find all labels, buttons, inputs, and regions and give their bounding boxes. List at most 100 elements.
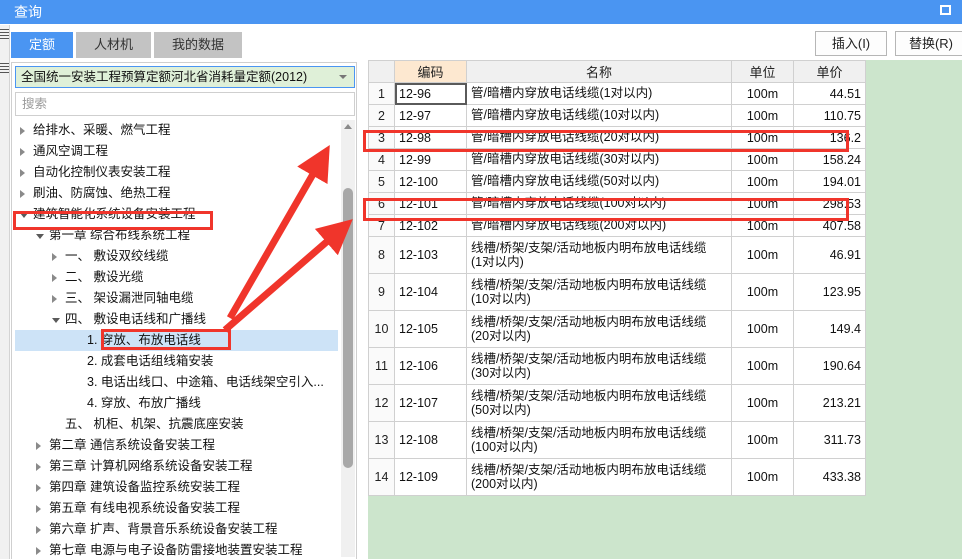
column-header-code[interactable]: 编码 — [394, 60, 467, 83]
search-input[interactable]: 搜索 — [15, 92, 355, 116]
tree-item-12[interactable]: 3. 电话出线口、中途箱、电话线架空引入... — [15, 372, 338, 393]
chevron-right-icon[interactable] — [36, 484, 41, 492]
chevron-right-icon[interactable] — [52, 295, 57, 303]
cell-code[interactable]: 12-109 — [394, 458, 467, 496]
cell-row-number[interactable]: 3 — [368, 126, 395, 149]
cell-name[interactable]: 线槽/桥架/支架/活动地板内明布放电话线缆 (30对以内) — [466, 347, 732, 385]
chevron-right-icon[interactable] — [36, 442, 41, 450]
cell-unit[interactable]: 100m — [731, 236, 794, 274]
table-row[interactable]: 14 12-109 线槽/桥架/支架/活动地板内明布放电话线缆 (200对以内) 100… — [368, 458, 866, 496]
cell-code[interactable]: 12-103 — [394, 236, 467, 274]
column-header-unit[interactable]: 单位 — [731, 60, 794, 83]
cell-price[interactable]: 123.95 — [793, 273, 866, 311]
chevron-right-icon[interactable] — [52, 274, 57, 282]
chevron-right-icon[interactable] — [36, 526, 41, 534]
cell-row-number[interactable]: 2 — [368, 104, 395, 127]
cell-price[interactable]: 158.24 — [793, 148, 866, 171]
cell-row-number[interactable]: 1 — [368, 82, 395, 105]
chevron-right-icon[interactable] — [52, 253, 57, 261]
tree-item-1[interactable]: 通风空调工程 — [15, 141, 338, 162]
cell-code[interactable]: 12-98 — [394, 126, 467, 149]
chevron-down-icon[interactable] — [36, 234, 44, 239]
cell-unit[interactable]: 100m — [731, 458, 794, 496]
cell-row-number[interactable]: 11 — [368, 347, 395, 385]
cell-price[interactable]: 433.38 — [793, 458, 866, 496]
tree-item-6[interactable]: 一、 敷设双绞线缆 — [15, 246, 338, 267]
cell-row-number[interactable]: 4 — [368, 148, 395, 171]
cell-code[interactable]: 12-100 — [394, 170, 467, 193]
table-row[interactable]: 2 12-97 管/暗槽内穿放电话线缆(10对以内) 100m 110.75 — [368, 104, 866, 127]
table-row[interactable]: 13 12-108 线槽/桥架/支架/活动地板内明布放电话线缆 (100对以内) 100… — [368, 421, 866, 459]
chevron-right-icon[interactable] — [20, 169, 25, 177]
cell-price[interactable]: 213.21 — [793, 384, 866, 422]
tab-2[interactable]: 我的数据 — [154, 32, 243, 58]
cell-name[interactable]: 线槽/桥架/支架/活动地板内明布放电话线缆 (50对以内) — [466, 384, 732, 422]
cell-price[interactable]: 190.64 — [793, 347, 866, 385]
cell-unit[interactable]: 100m — [731, 170, 794, 193]
cell-unit[interactable]: 100m — [731, 104, 794, 127]
cell-name[interactable]: 管/暗槽内穿放电话线缆(1对以内) — [466, 82, 732, 105]
tree-item-17[interactable]: 第四章 建筑设备监控系统安装工程 — [15, 477, 338, 498]
cell-price[interactable]: 298.53 — [793, 192, 866, 215]
tree-item-2[interactable]: 自动化控制仪表安装工程 — [15, 162, 338, 183]
cell-row-number[interactable]: 5 — [368, 170, 395, 193]
cell-name[interactable]: 线槽/桥架/支架/活动地板内明布放电话线缆 (1对以内) — [466, 236, 732, 274]
chevron-right-icon[interactable] — [36, 547, 41, 555]
cell-unit[interactable]: 100m — [731, 214, 794, 237]
cell-code[interactable]: 12-101 — [394, 192, 467, 215]
chevron-right-icon[interactable] — [20, 148, 25, 156]
cell-price[interactable]: 149.4 — [793, 310, 866, 348]
tree-item-8[interactable]: 三、 架设漏泄同轴电缆 — [15, 288, 338, 309]
cell-unit[interactable]: 100m — [731, 82, 794, 105]
cell-price[interactable]: 407.58 — [793, 214, 866, 237]
cell-row-number[interactable]: 10 — [368, 310, 395, 348]
cell-row-number[interactable]: 7 — [368, 214, 395, 237]
cell-price[interactable]: 194.01 — [793, 170, 866, 193]
cell-name[interactable]: 管/暗槽内穿放电话线缆(200对以内) — [466, 214, 732, 237]
table-row[interactable]: 4 12-99 管/暗槽内穿放电话线缆(30对以内) 100m 158.24 — [368, 148, 866, 171]
column-header-name[interactable]: 名称 — [466, 60, 732, 83]
column-header-row-number[interactable] — [368, 60, 395, 83]
table-row[interactable]: 12 12-107 线槽/桥架/支架/活动地板内明布放电话线缆 (50对以内) 100m… — [368, 384, 866, 422]
cell-code[interactable]: 12-106 — [394, 347, 467, 385]
cell-price[interactable]: 46.91 — [793, 236, 866, 274]
tree-scrollbar-thumb[interactable] — [343, 188, 353, 468]
replace-button[interactable]: 替换(R) — [895, 31, 962, 56]
cell-name[interactable]: 管/暗槽内穿放电话线缆(50对以内) — [466, 170, 732, 193]
cell-name[interactable]: 管/暗槽内穿放电话线缆(10对以内) — [466, 104, 732, 127]
tree-item-9[interactable]: 四、 敷设电话线和广播线 — [15, 309, 338, 330]
cell-unit[interactable]: 100m — [731, 347, 794, 385]
cell-code[interactable]: 12-105 — [394, 310, 467, 348]
cell-row-number[interactable]: 9 — [368, 273, 395, 311]
cell-name[interactable]: 线槽/桥架/支架/活动地板内明布放电话线缆 (20对以内) — [466, 310, 732, 348]
cell-name[interactable]: 管/暗槽内穿放电话线缆(100对以内) — [466, 192, 732, 215]
cell-row-number[interactable]: 12 — [368, 384, 395, 422]
cell-unit[interactable]: 100m — [731, 384, 794, 422]
cell-name[interactable]: 线槽/桥架/支架/活动地板内明布放电话线缆 (10对以内) — [466, 273, 732, 311]
cell-unit[interactable]: 100m — [731, 126, 794, 149]
chevron-right-icon[interactable] — [20, 127, 25, 135]
insert-button[interactable]: 插入(I) — [815, 31, 887, 56]
chevron-right-icon[interactable] — [36, 505, 41, 513]
chevron-down-icon[interactable] — [52, 318, 60, 323]
standard-select[interactable]: 全国统一安装工程预算定额河北省消耗量定额(2012) — [15, 66, 355, 88]
chevron-right-icon[interactable] — [36, 463, 41, 471]
cell-name[interactable]: 线槽/桥架/支架/活动地板内明布放电话线缆 (100对以内) — [466, 421, 732, 459]
tree-item-20[interactable]: 第七章 电源与电子设备防雷接地装置安装工程 — [15, 540, 338, 557]
cell-unit[interactable]: 100m — [731, 421, 794, 459]
cell-code[interactable]: 12-97 — [394, 104, 467, 127]
tree-item-16[interactable]: 第三章 计算机网络系统设备安装工程 — [15, 456, 338, 477]
table-row[interactable]: 1 12-96 管/暗槽内穿放电话线缆(1对以内) 100m 44.51 — [368, 82, 866, 105]
cell-name[interactable]: 管/暗槽内穿放电话线缆(30对以内) — [466, 148, 732, 171]
cell-code[interactable]: 12-99 — [394, 148, 467, 171]
tree-item-0[interactable]: 给排水、采暖、燃气工程 — [15, 120, 338, 141]
table-row[interactable]: 7 12-102 管/暗槽内穿放电话线缆(200对以内) 100m 407.58 — [368, 214, 866, 237]
cell-row-number[interactable]: 6 — [368, 192, 395, 215]
scroll-up-icon[interactable] — [344, 124, 352, 129]
chevron-down-icon[interactable] — [20, 213, 28, 218]
tree-item-14[interactable]: 五、 机柜、机架、抗震底座安装 — [15, 414, 338, 435]
tree-item-7[interactable]: 二、 敷设光缆 — [15, 267, 338, 288]
tab-0[interactable]: 定额 — [11, 32, 74, 58]
cell-code[interactable]: 12-104 — [394, 273, 467, 311]
tree-item-4[interactable]: 建筑智能化系统设备安装工程 — [15, 204, 338, 225]
